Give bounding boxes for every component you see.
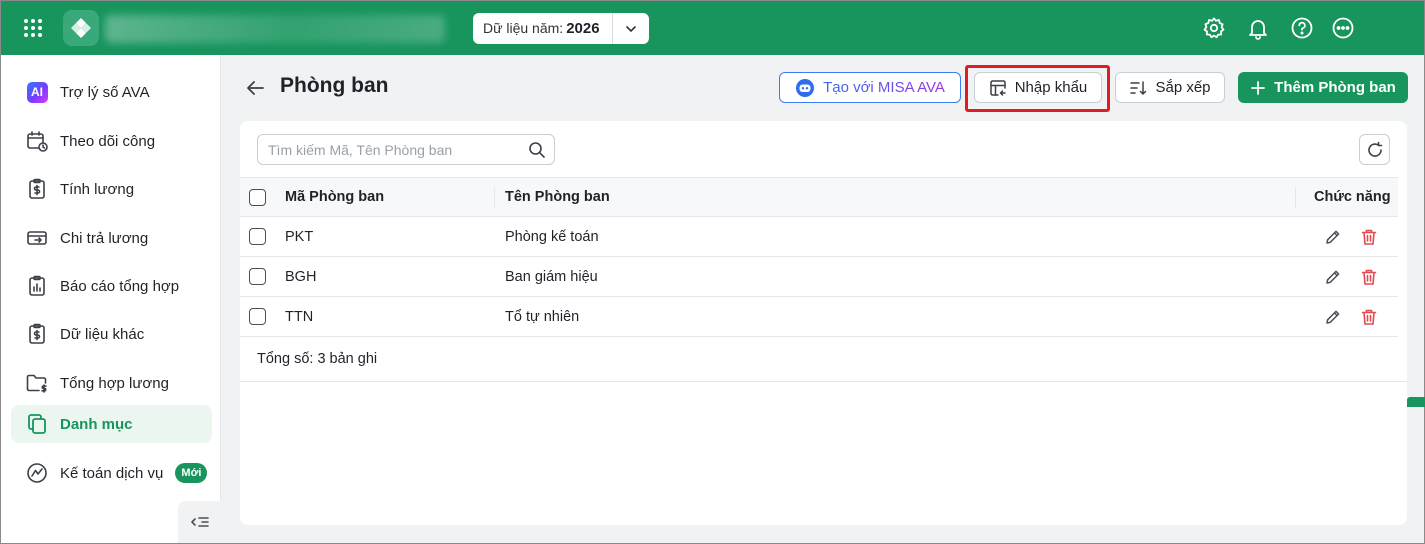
- copy-pages-icon: [24, 411, 50, 437]
- delete-trash-icon[interactable]: [1360, 228, 1378, 246]
- app-logo[interactable]: [63, 10, 99, 46]
- table-header: Mã Phòng ban Tên Phòng ban Chức năng: [240, 177, 1398, 217]
- add-department-label: Thêm Phòng ban: [1274, 79, 1396, 96]
- money-transfer-icon: [24, 225, 50, 251]
- sidebar-item-salary-summary[interactable]: Tổng hợp lương: [11, 364, 212, 402]
- sidebar-item-summary-report[interactable]: Báo cáo tổng hợp: [11, 267, 212, 305]
- sidebar-item-attendance[interactable]: Theo dõi công: [11, 122, 212, 160]
- more-options-icon[interactable]: [1331, 16, 1355, 40]
- refresh-button[interactable]: [1359, 134, 1390, 165]
- sidebar-item-salary-payment[interactable]: Chi trả lương: [11, 219, 212, 257]
- plus-icon: [1250, 80, 1266, 96]
- page-title: Phòng ban: [280, 74, 389, 97]
- collapse-sidebar-icon[interactable]: [178, 501, 221, 543]
- year-selector[interactable]: Dữ liệu năm: 2026: [473, 13, 649, 44]
- cell-name: Tổ tự nhiên: [505, 308, 580, 325]
- report-chart-icon: [24, 273, 50, 299]
- search-icon[interactable]: [528, 141, 546, 159]
- column-header-code[interactable]: Mã Phòng ban: [285, 189, 384, 205]
- cell-name: Ban giám hiệu: [505, 268, 598, 285]
- import-button-highlight: [965, 65, 1110, 112]
- search-input[interactable]: [257, 134, 555, 165]
- sidebar-item-label: Danh mục: [60, 415, 133, 433]
- sidebar-item-label: Báo cáo tổng hợp: [60, 277, 180, 295]
- column-header-actions: Chức năng: [1314, 189, 1391, 205]
- sidebar-item-other-data[interactable]: Dữ liệu khác: [11, 315, 212, 353]
- create-with-ava-button[interactable]: Tạo với MISA AVA: [779, 72, 961, 103]
- gear-icon[interactable]: [1202, 16, 1226, 40]
- edit-pencil-icon[interactable]: [1324, 228, 1342, 246]
- row-checkbox[interactable]: [249, 308, 266, 325]
- row-checkbox[interactable]: [249, 268, 266, 285]
- column-divider[interactable]: [494, 188, 495, 208]
- sidebar-item-label: Theo dõi công: [60, 132, 156, 150]
- table-row[interactable]: PKT Phòng kế toán: [240, 217, 1398, 257]
- ai-assistant-icon: AI: [24, 79, 50, 105]
- column-header-name[interactable]: Tên Phòng ban: [505, 189, 610, 205]
- table-row[interactable]: BGH Ban giám hiệu: [240, 257, 1398, 297]
- delete-trash-icon[interactable]: [1360, 268, 1378, 286]
- row-checkbox[interactable]: [249, 228, 266, 245]
- folder-dollar-icon: [24, 370, 50, 396]
- edit-pencil-icon[interactable]: [1324, 268, 1342, 286]
- total-records: Tổng số: 3 bản ghi: [257, 351, 378, 367]
- calendar-clock-icon: [24, 128, 50, 154]
- cell-name: Phòng kế toán: [505, 228, 599, 245]
- department-list-card: Mã Phòng ban Tên Phòng ban Chức năng PKT…: [240, 121, 1407, 525]
- year-value: 2026: [566, 20, 600, 37]
- chevron-down-icon[interactable]: [612, 13, 649, 44]
- new-badge: Mới: [175, 463, 208, 483]
- cell-code: TTN: [285, 308, 314, 325]
- bell-icon[interactable]: [1246, 16, 1270, 40]
- edit-pencil-icon[interactable]: [1324, 308, 1342, 326]
- table-row[interactable]: TTN Tổ tự nhiên: [240, 297, 1398, 337]
- sidebar-item-accounting-service[interactable]: Kế toán dịch vụ Mới: [11, 454, 212, 492]
- sort-button[interactable]: Sắp xếp: [1115, 72, 1225, 103]
- select-all-checkbox[interactable]: [249, 188, 266, 206]
- divider: [240, 381, 1407, 382]
- cell-code: BGH: [285, 268, 317, 285]
- column-divider[interactable]: [1295, 188, 1296, 208]
- sort-label: Sắp xếp: [1155, 79, 1211, 96]
- delete-trash-icon[interactable]: [1360, 308, 1378, 326]
- side-panel-tab[interactable]: [1407, 397, 1425, 407]
- sidebar: AI Trợ lý số AVA Theo dõi công Tính lươn…: [1, 55, 221, 543]
- help-icon[interactable]: [1290, 16, 1314, 40]
- sidebar-item-label: Chi trả lương: [60, 229, 149, 247]
- refresh-icon: [1366, 141, 1384, 159]
- ava-robot-icon: [795, 78, 815, 98]
- chart-circle-icon: [24, 460, 50, 486]
- back-arrow-icon[interactable]: [244, 77, 266, 99]
- sidebar-item-label: Trợ lý số AVA: [60, 83, 150, 101]
- sidebar-item-catalog[interactable]: Danh mục: [11, 405, 212, 443]
- cell-code: PKT: [285, 228, 314, 245]
- organization-name-blurred: [105, 15, 445, 43]
- sidebar-item-ava[interactable]: AI Trợ lý số AVA: [11, 73, 212, 111]
- create-with-ava-label: Tạo với MISA AVA: [823, 79, 945, 96]
- sidebar-item-label: Dữ liệu khác: [60, 325, 145, 343]
- sidebar-item-label: Tổng hợp lương: [60, 374, 169, 392]
- sort-icon: [1129, 79, 1147, 97]
- sidebar-item-label: Kế toán dịch vụ: [60, 464, 164, 482]
- top-bar: Dữ liệu năm: 2026: [1, 1, 1424, 55]
- app-grid-icon[interactable]: [21, 16, 45, 40]
- sidebar-item-label: Tính lương: [60, 180, 135, 198]
- sidebar-item-payroll[interactable]: Tính lương: [11, 170, 212, 208]
- add-department-button[interactable]: Thêm Phòng ban: [1238, 72, 1408, 103]
- year-selector-label: Dữ liệu năm: 2026: [483, 20, 600, 37]
- clipboard-dollar-icon: [24, 176, 50, 202]
- clipboard-data-icon: [24, 321, 50, 347]
